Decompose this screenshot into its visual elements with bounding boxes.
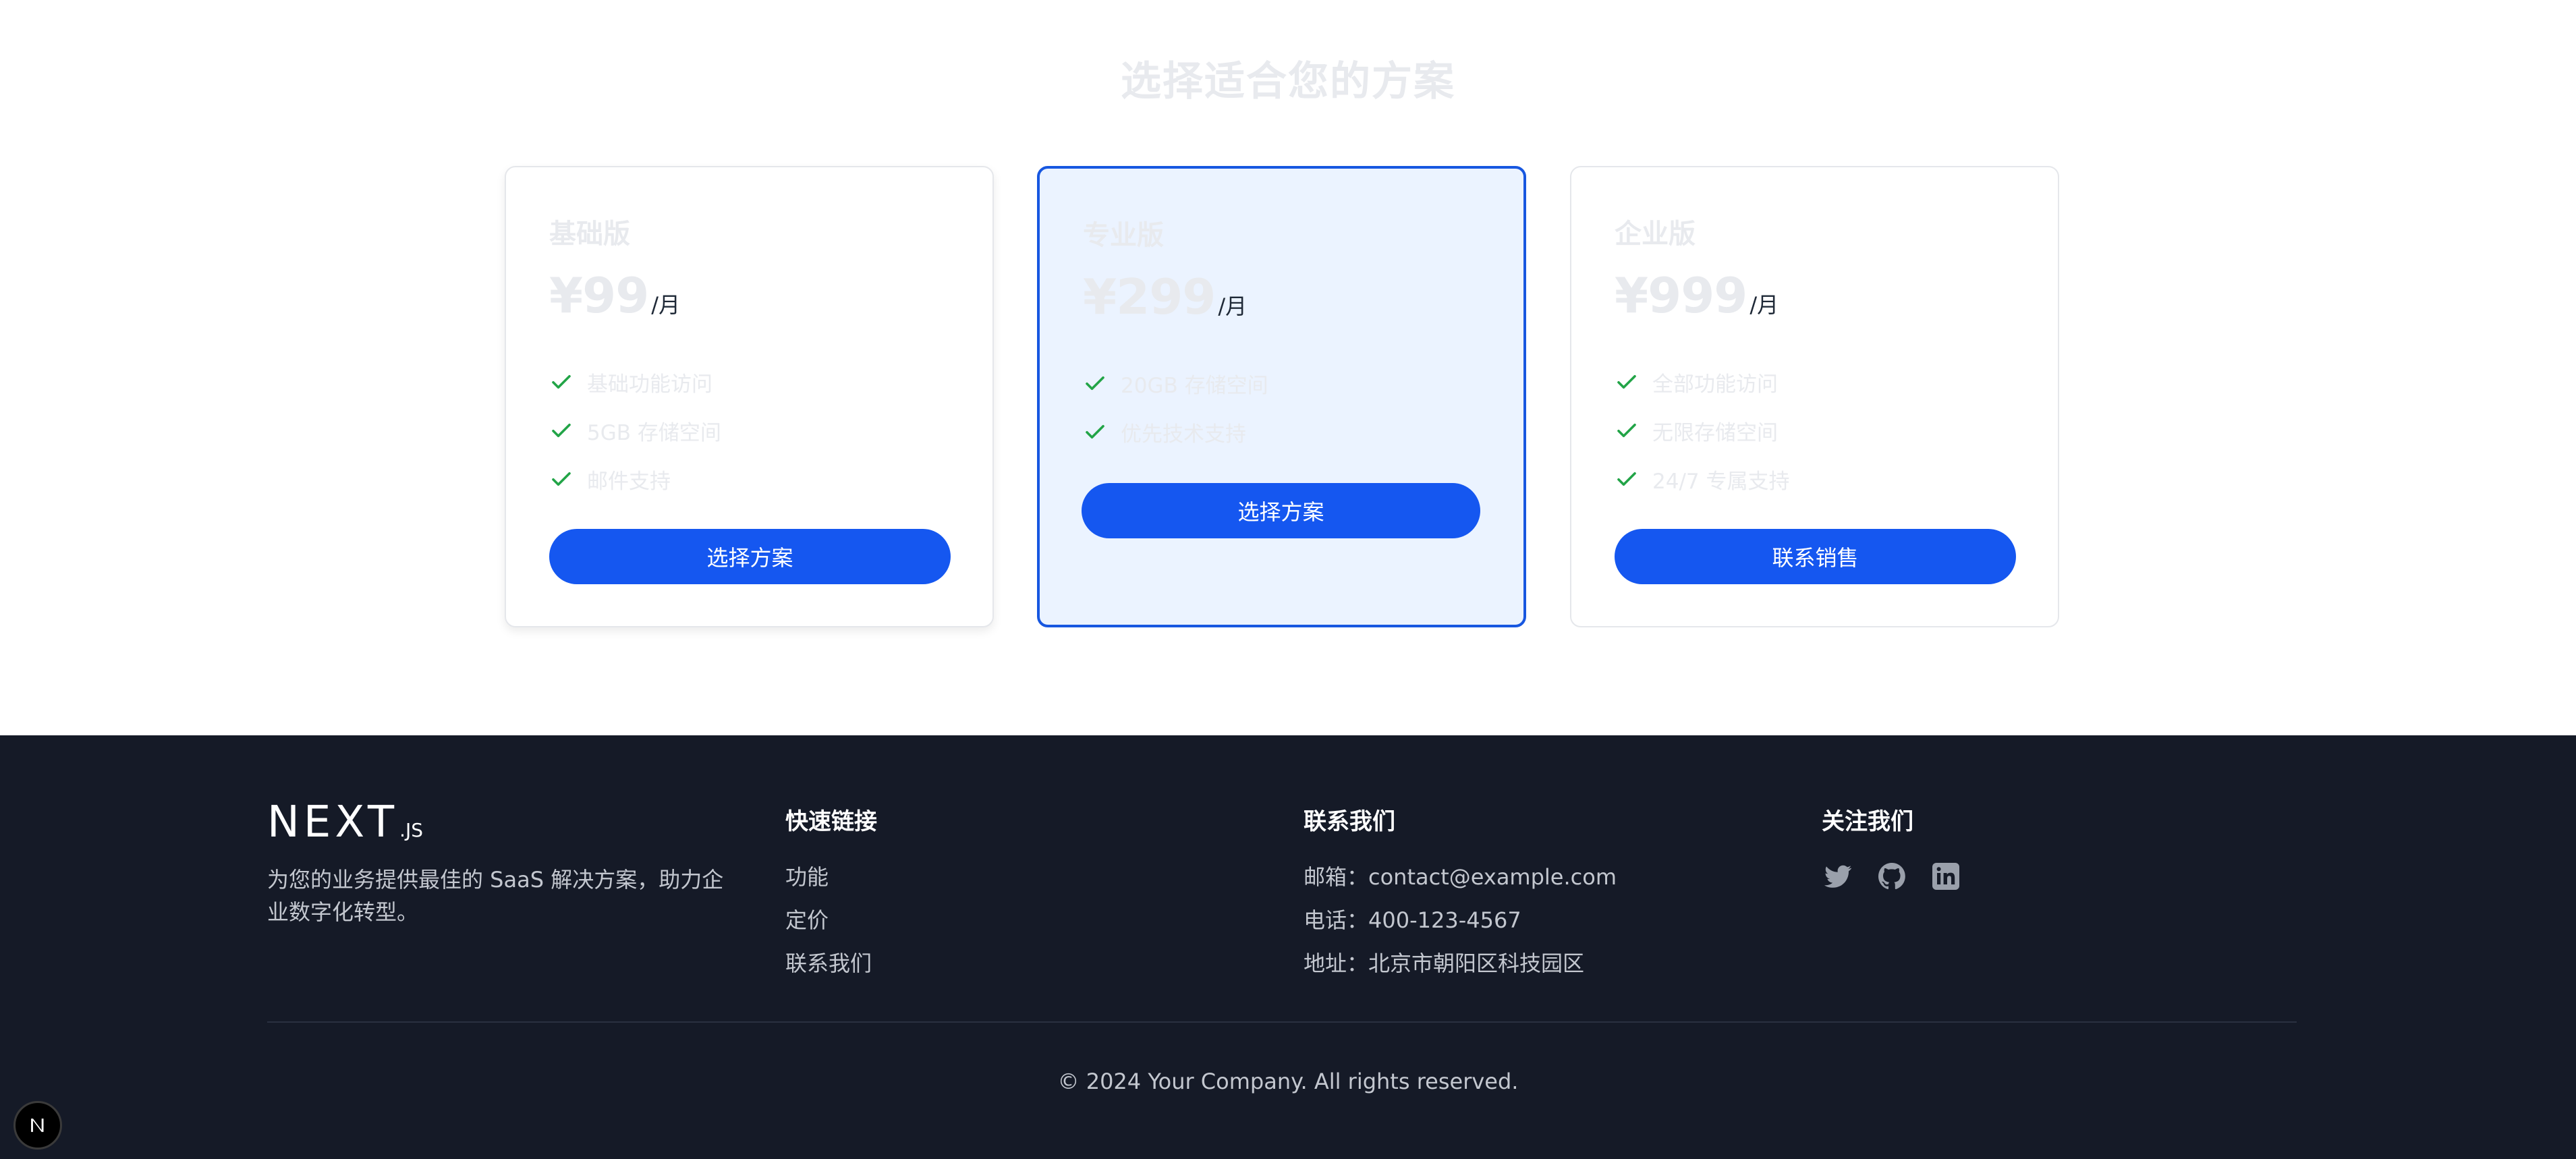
check-icon xyxy=(549,418,573,443)
check-icon xyxy=(1083,371,1107,395)
nextjs-logo[interactable]: NEXT .JS xyxy=(267,797,733,847)
feature-item: 5GB 存储空间 xyxy=(549,406,721,455)
plan-price: ¥299 xyxy=(1083,268,1216,325)
price-row: ¥299 /月 xyxy=(1083,268,1247,325)
check-icon xyxy=(1615,418,1639,443)
check-icon xyxy=(1615,370,1639,394)
feature-item: 邮件支持 xyxy=(549,455,721,503)
feature-label: 优先技术支持 xyxy=(1121,422,1246,447)
feature-list: 基础功能访问 5GB 存储空间 邮件支持 xyxy=(549,358,721,503)
check-icon xyxy=(549,467,573,491)
follow-title: 关注我们 xyxy=(1822,808,1913,835)
plan-name: 基础版 xyxy=(549,219,630,250)
quick-links-list: 功能 定价 联系我们 xyxy=(785,860,877,990)
follow-column: 关注我们 xyxy=(1822,803,1962,893)
plan-price: ¥99 xyxy=(549,267,649,324)
feature-item: 20GB 存储空间 xyxy=(1083,359,1268,407)
feature-label: 20GB 存储空间 xyxy=(1121,373,1268,398)
plan-price: ¥999 xyxy=(1615,267,1747,324)
footer-link-contact[interactable]: 联系我们 xyxy=(785,946,877,990)
feature-item: 优先技术支持 xyxy=(1083,407,1268,456)
contact-email: 邮箱：contact@example.com xyxy=(1304,864,1617,890)
page: 选择适合您的方案 基础版 ¥99 /月 基础功能访问 5GB 存储空间 邮件支持… xyxy=(0,0,2576,1159)
quick-links-title: 快速链接 xyxy=(785,808,877,835)
check-icon xyxy=(1083,420,1107,444)
footer-brand: NEXT .JS 为您的业务提供最佳的 SaaS 解决方案，助力企业数字化转型。 xyxy=(267,797,733,928)
contact-column: 联系我们 邮箱：contact@example.com 电话：400-123-4… xyxy=(1304,803,1617,990)
feature-list: 20GB 存储空间 优先技术支持 xyxy=(1083,359,1268,456)
plan-name: 企业版 xyxy=(1615,219,1696,250)
check-icon xyxy=(1615,467,1639,491)
price-row: ¥999 /月 xyxy=(1615,267,1779,324)
price-row: ¥99 /月 xyxy=(549,267,680,324)
plan-period: /月 xyxy=(1218,293,1248,319)
contact-sales-button[interactable]: 联系销售 xyxy=(1615,529,2016,584)
select-plan-button-pro[interactable]: 选择方案 xyxy=(1082,483,1480,538)
logo-sub-text: .JS xyxy=(399,819,424,841)
footer-divider xyxy=(267,1021,2297,1023)
contact-list: 邮箱：contact@example.com 电话：400-123-4567 地… xyxy=(1304,860,1617,990)
contact-title: 联系我们 xyxy=(1304,808,1395,835)
feature-label: 5GB 存储空间 xyxy=(587,420,721,445)
twitter-icon[interactable] xyxy=(1822,860,1854,893)
plan-period: /月 xyxy=(1749,292,1779,318)
logo-main-text: NEXT xyxy=(267,797,399,847)
footer-link-pricing[interactable]: 定价 xyxy=(785,903,877,946)
check-icon xyxy=(549,370,573,394)
nextjs-n-icon xyxy=(31,1119,44,1132)
footer-description: 为您的业务提供最佳的 SaaS 解决方案，助力企业数字化转型。 xyxy=(267,867,724,925)
select-plan-button-basic[interactable]: 选择方案 xyxy=(549,529,951,584)
linkedin-icon[interactable] xyxy=(1930,860,1962,893)
feature-label: 无限存储空间 xyxy=(1652,420,1778,445)
footer: NEXT .JS 为您的业务提供最佳的 SaaS 解决方案，助力企业数字化转型。… xyxy=(0,735,2576,1159)
social-links xyxy=(1822,860,1962,893)
plan-card-enterprise: 企业版 ¥999 /月 全部功能访问 无限存储空间 24/7 专属支持 联系销售 xyxy=(1570,166,2059,627)
feature-item: 基础功能访问 xyxy=(549,358,721,406)
feature-list: 全部功能访问 无限存储空间 24/7 专属支持 xyxy=(1615,358,1789,503)
quick-links-column: 快速链接 功能 定价 联系我们 xyxy=(785,803,877,990)
feature-item: 24/7 专属支持 xyxy=(1615,455,1789,503)
feature-label: 邮件支持 xyxy=(587,469,671,494)
contact-phone: 电话：400-123-4567 xyxy=(1304,907,1521,933)
plan-card-pro: 专业版 ¥299 /月 20GB 存储空间 优先技术支持 选择方案 xyxy=(1037,166,1526,627)
nextjs-dev-indicator-button[interactable] xyxy=(13,1101,62,1150)
pricing-section: 选择适合您的方案 基础版 ¥99 /月 基础功能访问 5GB 存储空间 邮件支持… xyxy=(0,0,2576,735)
pricing-title: 选择适合您的方案 xyxy=(1121,58,1455,105)
plan-period: /月 xyxy=(651,292,681,318)
feature-label: 全部功能访问 xyxy=(1652,372,1778,397)
github-icon[interactable] xyxy=(1876,860,1908,893)
plan-name: 专业版 xyxy=(1083,220,1164,251)
footer-link-features[interactable]: 功能 xyxy=(785,860,877,903)
feature-label: 24/7 专属支持 xyxy=(1652,469,1790,494)
copyright-text: © 2024 Your Company. All rights reserved… xyxy=(1057,1069,1519,1094)
feature-label: 基础功能访问 xyxy=(587,372,712,397)
feature-item: 无限存储空间 xyxy=(1615,406,1789,455)
plan-card-basic: 基础版 ¥99 /月 基础功能访问 5GB 存储空间 邮件支持 选择方案 xyxy=(505,166,994,627)
feature-item: 全部功能访问 xyxy=(1615,358,1789,406)
contact-address: 地址：北京市朝阳区科技园区 xyxy=(1304,951,1585,976)
